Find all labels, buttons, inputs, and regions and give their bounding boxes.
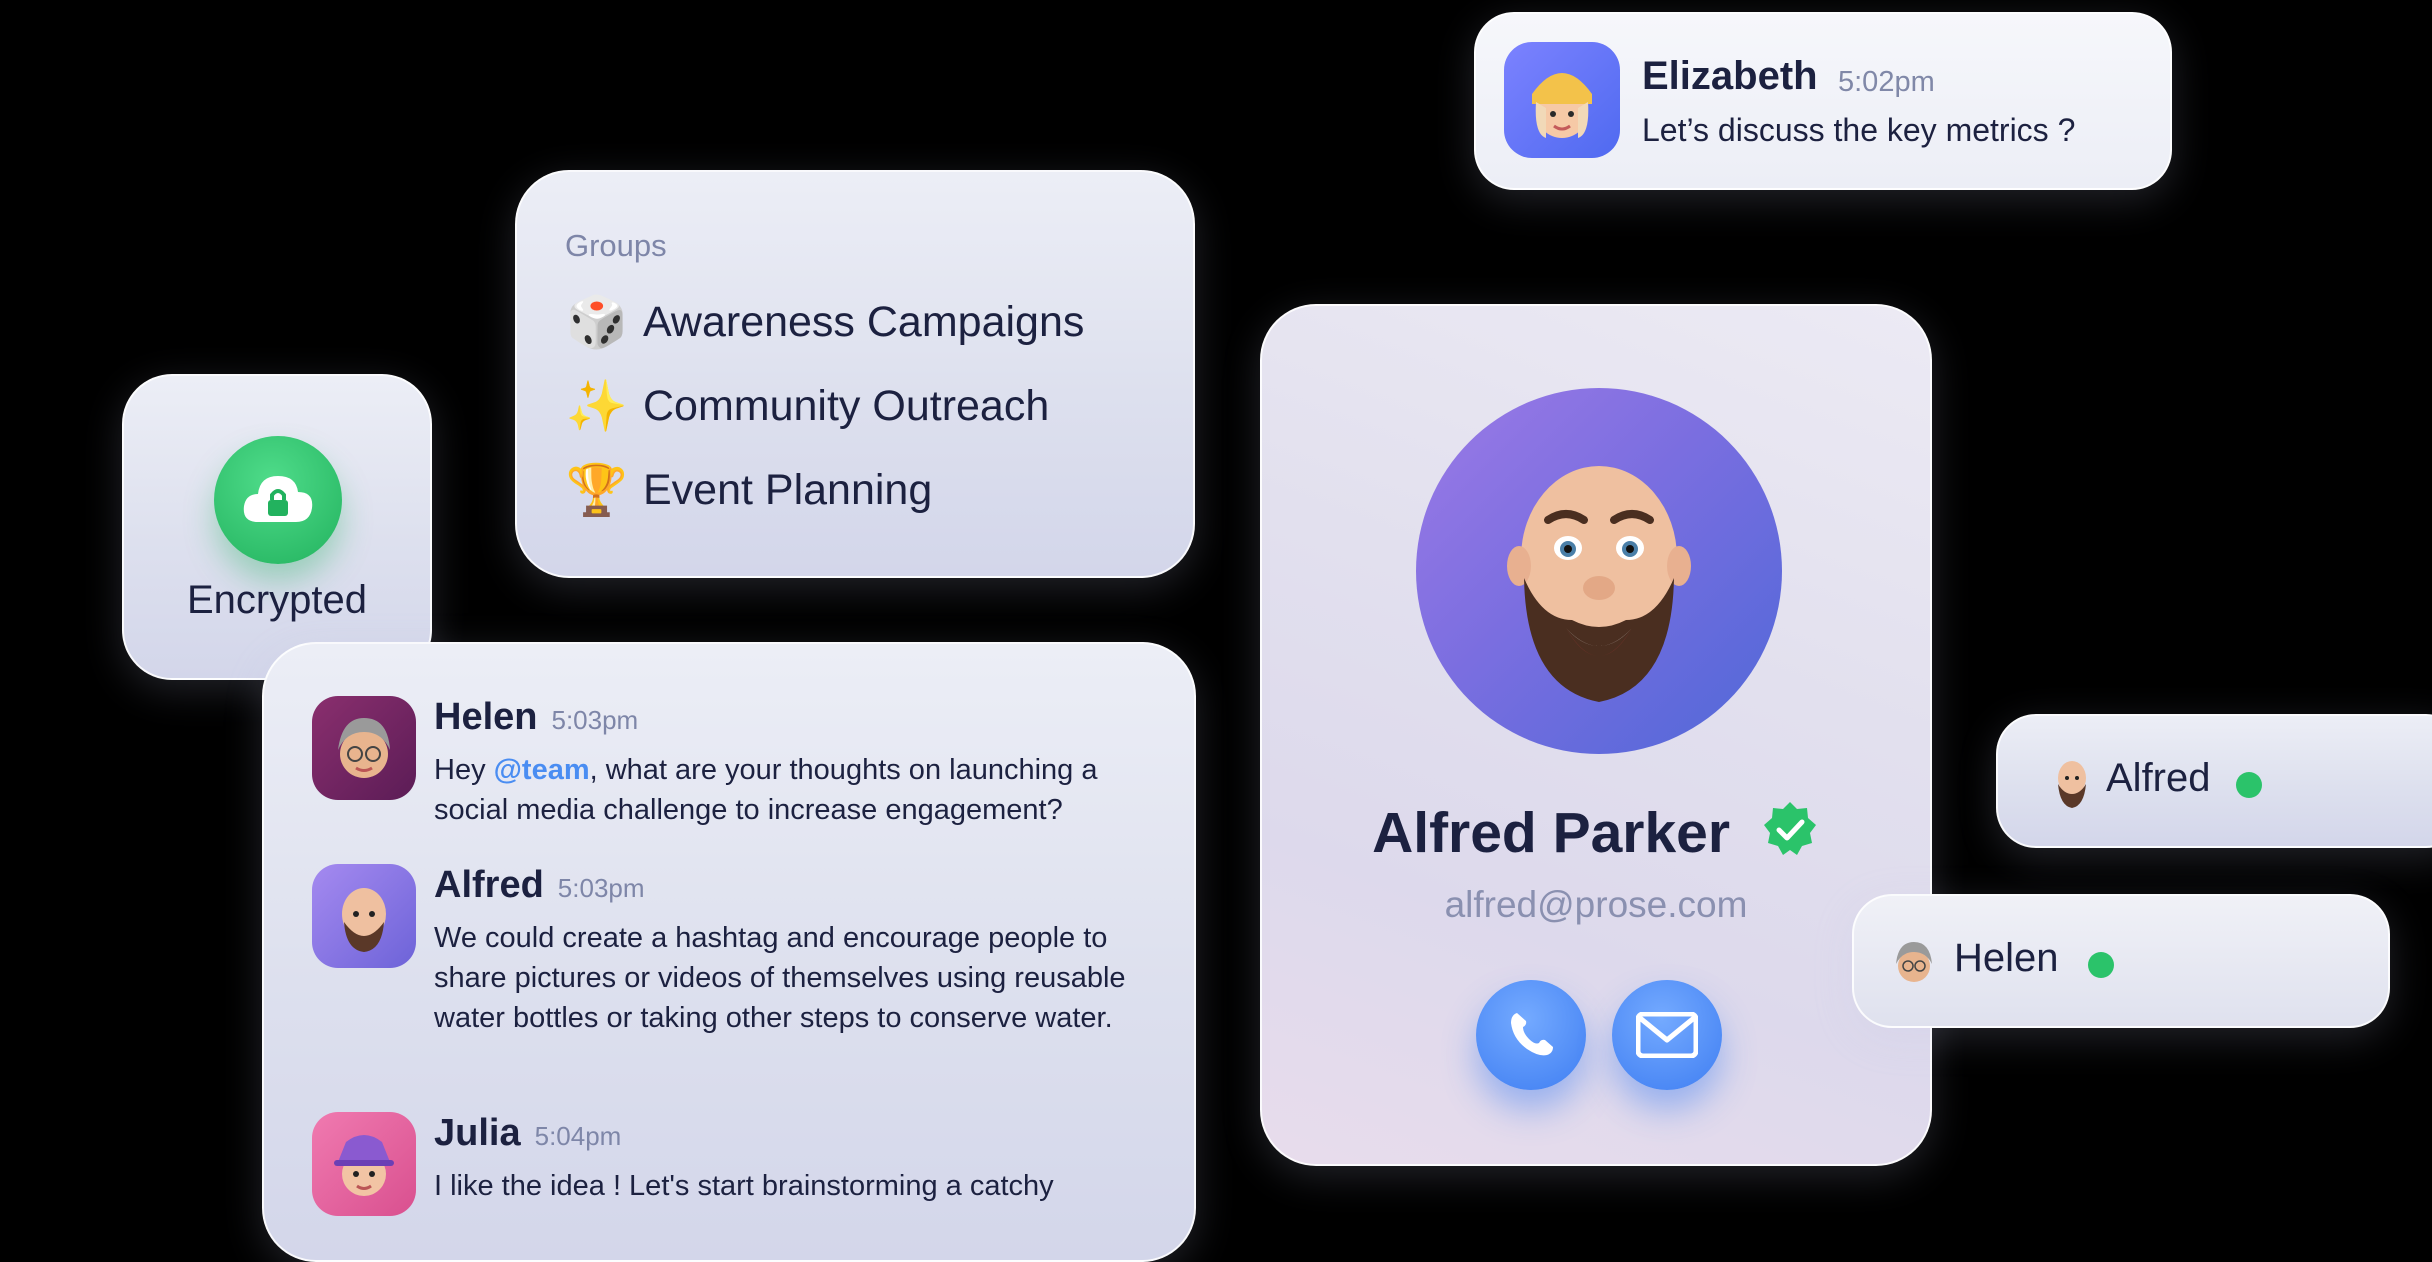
groups-card: Groups 🎲 Awareness Campaigns ✨ Community… (515, 170, 1195, 578)
cloud-lock-icon (214, 436, 342, 564)
dice-icon: 🎲 (565, 294, 629, 350)
message-text: We could create a hashtag and encourage … (434, 922, 1126, 1034)
profile-email: alfred@prose.com (1444, 884, 1748, 925)
message-preview: Let’s discuss the key metrics ? (1642, 112, 2076, 148)
encrypted-card: Encrypted (122, 374, 432, 680)
envelope-icon (1636, 1012, 1698, 1058)
message-time: 5:02pm (1838, 66, 1935, 98)
group-item-awareness-campaigns[interactable]: 🎲 Awareness Campaigns (565, 290, 1085, 354)
message-text: Hey @team, what are your thoughts on lau… (434, 754, 1098, 826)
julia-avatar (312, 1112, 416, 1216)
group-label: Community Outreach (643, 381, 1050, 430)
sender-name: Elizabeth (1642, 54, 1818, 98)
helen-avatar (1884, 932, 1944, 992)
groups-title: Groups (565, 228, 667, 263)
trophy-icon: 🏆 (565, 462, 629, 518)
message-text: I like the idea ! Let's start brainstorm… (434, 1170, 1054, 1202)
online-status-dot (2236, 772, 2262, 798)
phone-icon (1511, 1013, 1553, 1056)
presence-alfred[interactable]: Alfred (1996, 714, 2432, 848)
verified-badge-icon (1760, 800, 1820, 874)
group-item-event-planning[interactable]: 🏆 Event Planning (565, 458, 932, 522)
profile-avatar (1416, 388, 1782, 754)
profile-name-row: Alfred Parker (1262, 800, 1930, 874)
elizabeth-avatar (1504, 42, 1620, 158)
chat-thread: Helen 5:03pm Hey @team, what are your tho… (262, 642, 1196, 1262)
message-time: 5:03pm (551, 705, 639, 735)
profile-name: Alfred Parker (1372, 801, 1731, 866)
contact-profile-card: Alfred Parker alfred@prose.com (1260, 304, 1932, 1166)
online-status-dot (2088, 952, 2114, 978)
email-button[interactable] (1612, 980, 1722, 1090)
presence-helen[interactable]: Helen (1852, 894, 2390, 1028)
group-item-community-outreach[interactable]: ✨ Community Outreach (565, 374, 1049, 438)
message-author: Helen 5:03pm (434, 696, 639, 738)
group-label: Event Planning (643, 465, 933, 514)
message-author: Alfred 5:03pm (434, 864, 645, 906)
alfred-avatar (2042, 752, 2102, 812)
encrypted-label: Encrypted (186, 578, 368, 622)
message-time: 5:04pm (534, 1121, 622, 1151)
sparkles-icon: ✨ (565, 378, 629, 434)
message-notification[interactable]: Elizabeth 5:02pm Let’s discuss the key m… (1474, 12, 2172, 190)
mention-link[interactable]: @team (494, 754, 590, 786)
call-button[interactable] (1476, 980, 1586, 1090)
alfred-avatar (312, 864, 416, 968)
presence-name: Alfred (2106, 756, 2211, 800)
message-author: Julia 5:04pm (434, 1112, 622, 1154)
group-label: Awareness Campaigns (643, 297, 1085, 346)
message-time: 5:03pm (557, 873, 645, 903)
helen-avatar (312, 696, 416, 800)
presence-name: Helen (1954, 936, 2059, 980)
